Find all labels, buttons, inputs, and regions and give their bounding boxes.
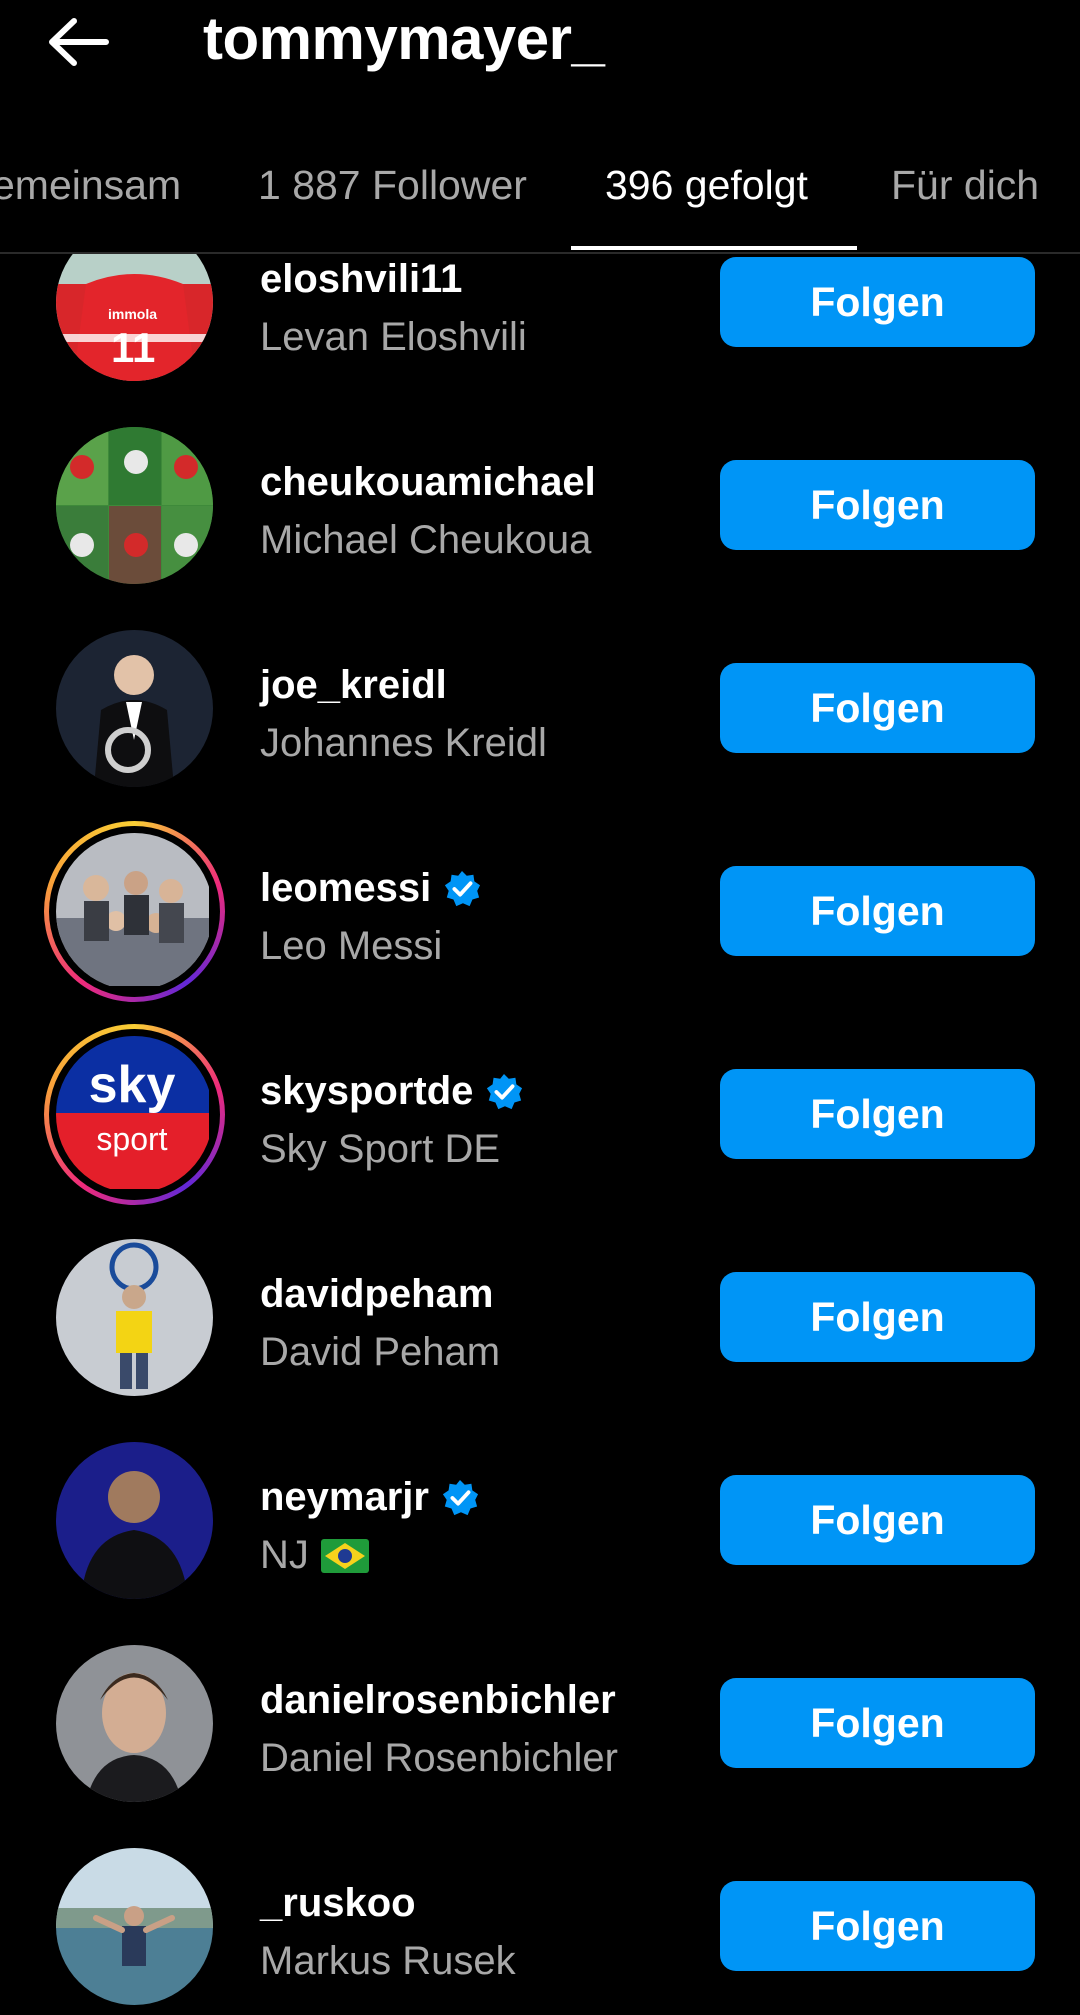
avatar[interactable]: immola 11 — [56, 254, 213, 381]
avatar[interactable] — [56, 1848, 213, 2005]
list-item[interactable]: joe_kreidl Johannes Kreidl Folgen — [0, 607, 1080, 810]
full-name: Sky Sport DE — [260, 1127, 501, 1171]
active-tab-indicator — [571, 246, 857, 250]
full-name: Daniel Rosenbichler — [260, 1736, 618, 1780]
list-item[interactable]: davidpeham David Peham Folgen — [0, 1216, 1080, 1419]
full-name: Leo Messi — [260, 924, 443, 968]
avatar[interactable] — [56, 1239, 213, 1396]
full-name: Levan Eloshvili — [260, 315, 527, 359]
back-button[interactable] — [44, 12, 114, 72]
follow-button[interactable]: Folgen — [720, 1475, 1035, 1565]
brazil-flag-icon — [320, 1538, 369, 1573]
full-name: NJ — [260, 1533, 309, 1577]
list-item[interactable]: immola 11 eloshvili11 Levan Eloshvili Fo… — [0, 254, 1080, 404]
full-name: Markus Rusek — [260, 1939, 516, 1983]
full-name-row: NJ — [260, 1533, 369, 1578]
list-item[interactable]: danielrosenbichler Daniel Rosenbichler F… — [0, 1622, 1080, 1825]
full-name: Michael Cheukoua — [260, 518, 592, 562]
tab-gefolgt[interactable]: 396 gefolgt — [605, 162, 808, 209]
username[interactable]: leomessi — [260, 866, 431, 911]
list-item[interactable]: neymarjr NJ Folgen — [0, 1419, 1080, 1622]
follow-button[interactable]: Folgen — [720, 1272, 1035, 1362]
tab-follower[interactable]: 1 887 Follower — [258, 162, 527, 209]
list-item[interactable]: leomessi Leo Messi Folgen — [0, 810, 1080, 1013]
follow-button[interactable]: Folgen — [720, 257, 1035, 347]
avatar: sky sport — [56, 1036, 213, 1193]
sport-logo-text: sport — [96, 1121, 167, 1157]
avatar[interactable] — [56, 427, 213, 584]
list-item[interactable]: cheukouamichael Michael Cheukoua Folgen — [0, 404, 1080, 607]
follow-button[interactable]: Folgen — [720, 1069, 1035, 1159]
username-row[interactable]: leomessi — [260, 866, 481, 911]
avatar[interactable] — [56, 1442, 213, 1599]
username[interactable]: davidpeham — [260, 1272, 493, 1317]
username-row[interactable]: skysportde — [260, 1069, 523, 1114]
avatar[interactable] — [56, 1645, 213, 1802]
verified-badge-icon — [487, 1073, 523, 1109]
shirt-number-text: 11 — [111, 324, 155, 371]
username[interactable]: skysportde — [260, 1069, 473, 1114]
username[interactable]: _ruskoo — [260, 1881, 416, 1926]
story-ring[interactable] — [44, 821, 225, 1002]
full-name: Johannes Kreidl — [260, 721, 547, 765]
shirt-sponsor-text: immola — [108, 306, 157, 322]
verified-badge-icon — [442, 1479, 479, 1515]
follow-button[interactable]: Folgen — [720, 1678, 1035, 1768]
story-ring[interactable]: sky sport — [44, 1024, 225, 1205]
follow-button[interactable]: Folgen — [720, 663, 1035, 753]
list-item[interactable]: _ruskoo Markus Rusek Folgen — [0, 1825, 1080, 2015]
page-title: tommymayer_ — [203, 5, 605, 72]
following-list[interactable]: immola 11 eloshvili11 Levan Eloshvili Fo… — [0, 254, 1080, 2015]
avatar[interactable] — [56, 630, 213, 787]
verified-badge-icon — [445, 870, 481, 906]
tab-gemeinsam[interactable]: emeinsam — [0, 162, 181, 209]
username[interactable]: cheukouamichael — [260, 460, 596, 505]
list-item[interactable]: sky sport skysportde Sky Sport DE Folgen — [0, 1013, 1080, 1216]
username-row[interactable]: neymarjr — [260, 1475, 479, 1520]
username[interactable]: joe_kreidl — [260, 663, 447, 708]
username[interactable]: neymarjr — [260, 1475, 429, 1520]
follow-button[interactable]: Folgen — [720, 866, 1035, 956]
arrow-left-icon — [49, 18, 109, 66]
avatar — [56, 833, 213, 990]
follow-button[interactable]: Folgen — [720, 1881, 1035, 1971]
username[interactable]: eloshvili11 — [260, 257, 462, 302]
tab-bar: emeinsam 1 887 Follower 396 gefolgt Für … — [0, 128, 1080, 254]
follow-button[interactable]: Folgen — [720, 460, 1035, 550]
tab-fuer-dich[interactable]: Für dich — [891, 162, 1039, 209]
sky-logo-text: sky — [89, 1056, 176, 1114]
username[interactable]: danielrosenbichler — [260, 1678, 616, 1723]
top-bar: tommymayer_ — [0, 0, 1080, 80]
full-name: David Peham — [260, 1330, 501, 1374]
